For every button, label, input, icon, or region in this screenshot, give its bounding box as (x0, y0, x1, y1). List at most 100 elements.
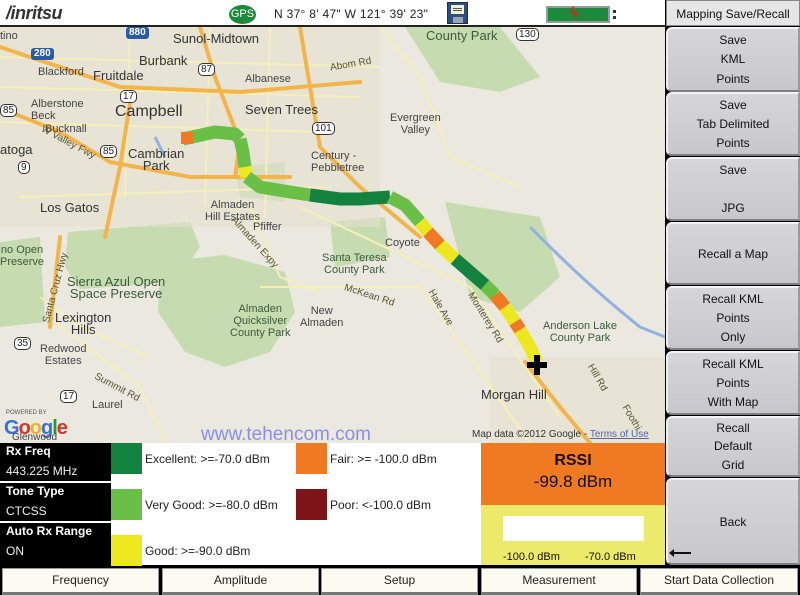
anritsu-logo: /inritsu (6, 3, 63, 23)
park-label: County Park (426, 28, 498, 43)
track-segment (435, 240, 460, 264)
map-label: Blackford (38, 66, 84, 78)
track-segment (238, 165, 254, 179)
softkey-label (668, 182, 798, 196)
save-disk-icon[interactable] (447, 2, 468, 24)
route-shield: 17 (60, 390, 78, 403)
rssi-title: RSSI (554, 452, 592, 469)
softkey-label: JPG (721, 201, 745, 216)
route-shield: 101 (312, 122, 335, 135)
track-segment (490, 290, 510, 312)
function-key-start-data-collection[interactable]: Start Data Collection (640, 568, 798, 595)
softkey-label: Recall KML (702, 356, 764, 371)
back-arrow-icon (669, 549, 691, 557)
interstate-shield: 280 (31, 48, 54, 60)
rssi-min-label: -100.0 dBm (503, 551, 560, 563)
track-segment (309, 188, 391, 206)
park-label: Anderson Lake County Park (543, 320, 617, 344)
legend-swatch (111, 443, 142, 474)
softkey-back[interactable]: Back (666, 478, 800, 565)
park-label: Sierra Azul Open Space Preserve (67, 274, 166, 301)
softkey-recall-kml-points-only[interactable]: Recall KML Points Only (666, 286, 800, 350)
function-key-frequency[interactable]: Frequency (2, 568, 159, 595)
softkey-label: Grid (721, 457, 745, 472)
track-segment (414, 217, 434, 237)
route-shield: 9 (18, 161, 30, 174)
rssi-value: -99.8 dBm (533, 472, 613, 491)
map-label: New Almaden (300, 305, 344, 329)
function-key-amplitude[interactable]: Amplitude (162, 568, 319, 595)
legend-swatch (296, 443, 327, 474)
softkey-label: Recall a Map (697, 246, 769, 261)
rssi-panel: RSSI -99.8 dBm -100.0 dBm -70.0 dBm (481, 443, 665, 565)
route-shield: 35 (14, 337, 32, 350)
terms-of-use-link[interactable]: Terms of Use (590, 429, 649, 440)
softkey-save-kml-points[interactable]: Save KML Points (666, 27, 800, 92)
softkey-label: Points (716, 72, 750, 87)
function-key-setup[interactable]: Setup (321, 568, 478, 595)
rssi-header: RSSI -99.8 dBm (481, 443, 665, 505)
softkey-save-tab-delimited-points[interactable]: Save Tab Delimited Points (666, 92, 800, 156)
softkey-label: Save (719, 32, 747, 47)
softkey-recall-a-map[interactable]: Recall a Map (666, 222, 800, 285)
route-shield: 130 (516, 28, 539, 41)
softkey-recall-kml-points-with-map[interactable]: Recall KML Points With Map (666, 351, 800, 415)
map-label: Alberstone Beck (31, 98, 84, 122)
menu-title: Mapping Save/Recall (666, 0, 800, 26)
map-label: Century - Pebbletree (311, 150, 365, 174)
map-label: Albanese (245, 73, 291, 85)
powered-by-label: POWERED BY (6, 410, 47, 416)
softkey-label: Points (716, 136, 750, 151)
route-shield: 85 (0, 104, 18, 117)
map-label: Campbell (115, 103, 183, 120)
softkey-label: Points (716, 375, 750, 390)
park-label: Santa Teresa County Park (322, 252, 387, 276)
legend-swatch (296, 489, 327, 520)
legend-excellent: Excellent: >=-70.0 dBm (111, 443, 270, 474)
watermark: www.tehencom.com (201, 424, 372, 443)
map-label: Glenwood (12, 432, 58, 443)
route-shield: 87 (198, 63, 216, 76)
softkey-label: Save (719, 162, 747, 177)
legend-swatch (111, 535, 142, 566)
rssi-max-label: -70.0 dBm (585, 551, 636, 563)
screen: /inritsu GPS N 37° 8' 47" W 121° 39' 23"… (0, 0, 800, 595)
map-label: Pfiffer (253, 221, 282, 233)
track-segment (423, 227, 445, 250)
legend-poor: Poor: <-100.0 dBm (296, 489, 431, 520)
map-label: Redwood Estates (40, 343, 87, 367)
legend-good: Good: >=-90.0 dBm (111, 535, 250, 566)
softkey-label: Save (719, 97, 747, 112)
rssi-bar (503, 516, 644, 541)
map-label: Cambrian Park (128, 146, 185, 173)
park-label: no Open Preserve (0, 244, 45, 268)
softkey-label: KML (720, 52, 746, 67)
track-start-marker (181, 132, 193, 144)
map-view[interactable]: 880 280 87 17 85 85 9 101 130 35 17 tino… (0, 27, 665, 443)
softkey-recall-default-grid[interactable]: Recall Default Grid (666, 416, 800, 477)
track-segment (233, 137, 252, 168)
map-label: atoga (0, 142, 33, 157)
map-label: Coyote (385, 237, 420, 249)
battery-charging-icon: ϟ (546, 5, 610, 23)
status-bar: /inritsu GPS N 37° 8' 47" W 121° 39' 23"… (0, 0, 665, 27)
route-shield: 85 (100, 145, 118, 158)
map-label: Morgan Hill (481, 387, 547, 402)
map-label: Seven Trees (245, 102, 318, 117)
softkey-save-jpg[interactable]: Save JPG (666, 157, 800, 221)
map-label: Los Gatos (40, 200, 100, 215)
park-label: Almaden Quicksilver County Park (230, 303, 291, 339)
map-label: Burbank (139, 53, 188, 68)
softkey-label: Tab Delimited (696, 116, 770, 131)
map-label: Lexington Hills (55, 310, 112, 337)
current-location-icon (527, 355, 547, 375)
map-label: Sunol-Midtown (173, 31, 259, 46)
function-key-measurement[interactable]: Measurement (481, 568, 637, 595)
gps-coordinates: N 37° 8' 47" W 121° 39' 23" (274, 7, 429, 21)
map-label: Laurel (92, 399, 123, 411)
softkey-label: With Map (707, 395, 759, 410)
track-segment (509, 318, 526, 334)
map-label: Evergreen Valley (390, 112, 441, 136)
route-shield: 17 (120, 90, 138, 103)
softkey-label: Recall KML (702, 291, 764, 306)
